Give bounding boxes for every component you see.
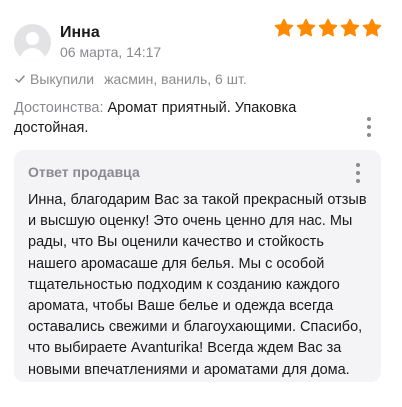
review-date: 06 марта, 14:17 [60,44,162,60]
star-icon [318,18,338,37]
avatar-body-shape [20,48,45,61]
review-pros: Достоинства: Аромат приятный. Упаковка д… [14,98,344,138]
star-rating [274,18,382,38]
star-icon [340,18,360,37]
star-icon [362,18,382,37]
purchase-label: Выкупили [30,71,95,87]
avatar-head-shape [26,32,39,45]
star-icon [274,18,294,37]
pros-label: Достоинства: [14,100,104,116]
check-icon [15,75,25,83]
reply-text: Инна, благодарим Вас за такой прекрасный… [28,192,367,378]
more-vertical-icon-dot [367,125,371,129]
author-name[interactable]: Инна [60,24,100,42]
star-icon [296,18,316,37]
seller-reply: Ответ продавца Инна, благодарим Вас за т… [14,150,381,382]
reply-title: Ответ продавца [28,164,140,180]
more-vertical-icon-dot [367,133,371,137]
reply-more-button[interactable] [350,163,366,183]
more-vertical-icon-dot [356,171,360,175]
avatar[interactable] [14,24,51,61]
purchase-item: жасмин, ваниль, 6 шт. [104,71,247,87]
review-more-button[interactable] [361,117,377,137]
more-vertical-icon [367,117,371,121]
purchase-info: Выкупили жасмин, ваниль, 6 шт. [14,71,247,87]
more-vertical-icon-dot [356,179,360,183]
more-vertical-icon [356,163,360,167]
review-card: Инна 06 марта, 14:17 Выкупили жасмин, ва… [0,0,402,407]
